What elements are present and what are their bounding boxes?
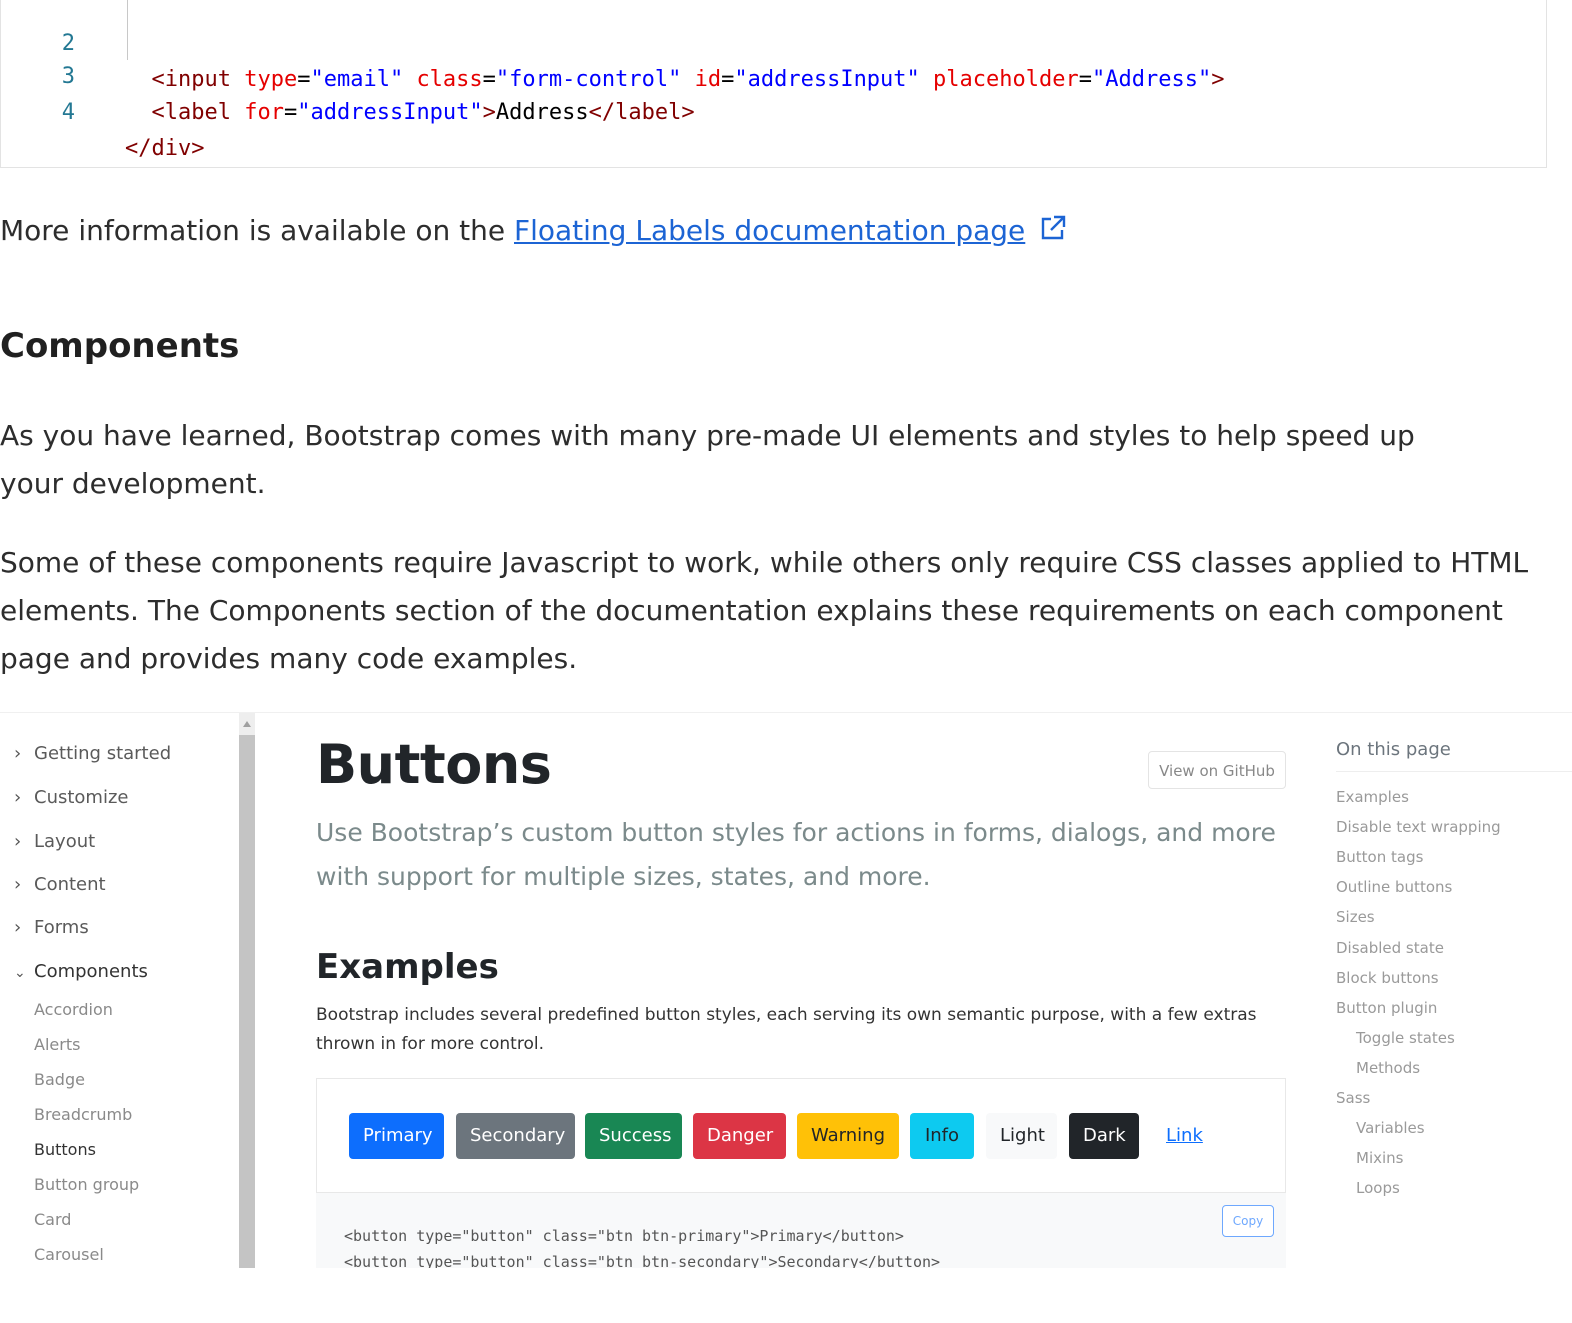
copy-button[interactable]: Copy xyxy=(1222,1205,1274,1237)
dark-button[interactable]: Dark xyxy=(1069,1113,1139,1159)
examples-description: Bootstrap includes several predefined bu… xyxy=(316,1005,1257,1054)
code-line: 4 </div> xyxy=(1,59,205,161)
toc-item[interactable]: Disable text wrapping xyxy=(1336,814,1501,840)
toc-item[interactable]: Button tags xyxy=(1336,844,1423,870)
toc-item[interactable]: Outline buttons xyxy=(1336,874,1452,900)
components-requirements-paragraph: Some of these components require Javascr… xyxy=(0,546,1529,675)
warning-button[interactable]: Warning xyxy=(797,1113,899,1159)
toc-item[interactable]: Variables xyxy=(1356,1115,1425,1141)
page-title: Buttons xyxy=(316,733,552,796)
bootstrap-docs-screenshot: › Getting started › Customize › Layout › Con… xyxy=(0,712,1572,1268)
components-heading: Components xyxy=(0,326,240,366)
primary-button[interactable]: Primary xyxy=(349,1113,444,1159)
components-intro-paragraph: As you have learned, Bootstrap comes wit… xyxy=(0,419,1415,500)
nav-sub-carousel[interactable]: Carousel xyxy=(34,1241,104,1268)
nav-sub-breadcrumb[interactable]: Breadcrumb xyxy=(34,1101,132,1129)
chevron-right-icon: › xyxy=(14,917,22,938)
nav-sub-buttons[interactable]: Buttons xyxy=(34,1136,96,1164)
nav-components[interactable]: ⌄ Components xyxy=(14,957,148,987)
code-block: 2 <input type="email" class="form-contro… xyxy=(0,0,1547,168)
nav-sub-badge[interactable]: Badge xyxy=(34,1066,85,1094)
nav-content[interactable]: › Content xyxy=(14,870,106,900)
secondary-button[interactable]: Secondary xyxy=(456,1113,575,1159)
link-button[interactable]: Link xyxy=(1152,1113,1214,1159)
chevron-right-icon: › xyxy=(14,787,22,808)
docs-sidebar: › Getting started › Customize › Layout › Con… xyxy=(0,713,240,1268)
chevron-right-icon: › xyxy=(14,831,22,852)
view-on-github-button[interactable]: View on GitHub xyxy=(1148,751,1286,789)
toc-item[interactable]: Sizes xyxy=(1336,904,1375,930)
success-button[interactable]: Success xyxy=(585,1113,682,1159)
light-button[interactable]: Light xyxy=(986,1113,1057,1159)
snippet-line: <button type="button" class="btn btn-pri… xyxy=(344,1227,904,1245)
code-token: <input xyxy=(151,67,231,92)
button-demo-box: Primary Secondary Success Danger Warning… xyxy=(316,1078,1286,1193)
chevron-right-icon: › xyxy=(14,874,22,895)
snippet-line: <button type="button" class="btn btn-sec… xyxy=(344,1253,941,1268)
toc-item[interactable]: Loops xyxy=(1356,1175,1400,1201)
scroll-up-arrow[interactable] xyxy=(239,713,255,735)
toc-item[interactable]: Block buttons xyxy=(1336,965,1439,991)
code-scrollbar[interactable] xyxy=(1546,0,1571,168)
toc-divider xyxy=(1336,771,1572,772)
sidebar-scrollbar[interactable] xyxy=(239,735,255,1268)
external-link-icon[interactable] xyxy=(1039,214,1067,249)
nav-sub-card[interactable]: Card xyxy=(34,1206,71,1234)
toc-item[interactable]: Button plugin xyxy=(1336,995,1437,1021)
toc-item[interactable]: Sass xyxy=(1336,1085,1370,1111)
more-info-text: More information is available on the Flo… xyxy=(0,214,1067,249)
toc-item[interactable]: Toggle states xyxy=(1356,1025,1455,1051)
nav-sub-button-group[interactable]: Button group xyxy=(34,1171,139,1199)
toc-title: On this page xyxy=(1336,739,1451,760)
nav-sub-alerts[interactable]: Alerts xyxy=(34,1031,80,1059)
toc-item[interactable]: Examples xyxy=(1336,784,1409,810)
code-line: 3 <label for="addressInput">Address</lab… xyxy=(1,23,695,125)
line-number: 4 xyxy=(61,100,75,125)
nav-layout[interactable]: › Layout xyxy=(14,827,95,857)
toc-item[interactable]: Disabled state xyxy=(1336,935,1444,961)
toc-item[interactable]: Methods xyxy=(1356,1055,1420,1081)
examples-heading: Examples xyxy=(316,947,499,987)
nav-getting-started[interactable]: › Getting started xyxy=(14,739,171,769)
danger-button[interactable]: Danger xyxy=(693,1113,786,1159)
nav-customize[interactable]: › Customize xyxy=(14,783,128,813)
toc-item[interactable]: Mixins xyxy=(1356,1145,1403,1171)
lead-text: Use Bootstrap’s custom button styles for… xyxy=(316,818,1276,891)
nav-sub-accordion[interactable]: Accordion xyxy=(34,996,113,1024)
code-snippet: Copy <button type="button" class="btn bt… xyxy=(316,1193,1286,1268)
chevron-down-icon: ⌄ xyxy=(14,965,26,981)
indent-guide xyxy=(127,0,128,60)
chevron-right-icon: › xyxy=(14,743,22,764)
nav-forms[interactable]: › Forms xyxy=(14,913,89,943)
floating-labels-doc-link[interactable]: Floating Labels documentation page xyxy=(514,214,1025,247)
info-button[interactable]: Info xyxy=(910,1113,974,1159)
